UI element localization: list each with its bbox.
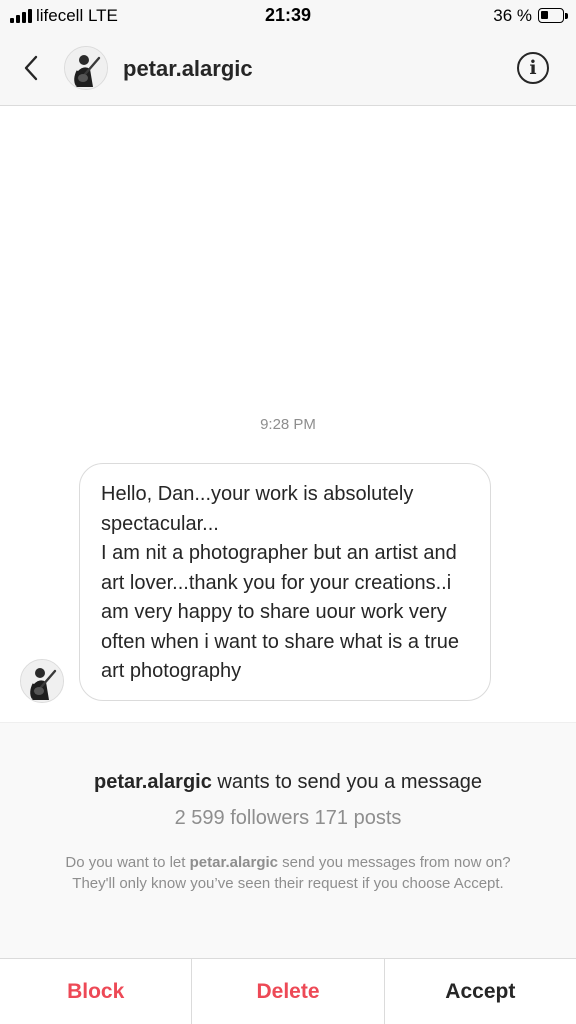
guitarist-avatar-icon: [65, 47, 107, 89]
info-icon: i: [529, 57, 537, 79]
sender-avatar[interactable]: [20, 659, 64, 703]
status-bar: lifecell LTE 21:39 36 %: [0, 0, 576, 32]
request-title: petar.alargic wants to send you a messag…: [0, 771, 576, 794]
chevron-left-icon: [24, 55, 38, 81]
delete-button[interactable]: Delete: [191, 959, 383, 1024]
request-username[interactable]: petar.alargic: [94, 771, 212, 793]
back-button[interactable]: [18, 52, 46, 84]
header-username[interactable]: petar.alargic: [123, 56, 253, 82]
chat-header: petar.alargic i: [0, 32, 576, 106]
profile-avatar[interactable]: [64, 46, 108, 90]
battery-percentage: 36 %: [493, 6, 532, 25]
guitarist-avatar-icon: [21, 660, 63, 702]
block-button[interactable]: Block: [0, 959, 191, 1024]
message-text: Hello, Dan...your work is absolutely spe…: [101, 483, 459, 682]
battery-cap: [565, 13, 568, 19]
request-stats: 2 599 followers 171 posts: [174, 807, 402, 829]
info-button[interactable]: i: [517, 52, 549, 84]
request-note-username: petar.alargic: [189, 854, 278, 871]
message-timestamp: 9:28 PM: [260, 416, 316, 433]
request-title-text: wants to send you a message: [211, 771, 482, 793]
status-time: 21:39: [264, 5, 312, 25]
request-note-prefix: Do you want to let: [65, 854, 190, 871]
request-action-bar: Block Delete Accept: [0, 958, 576, 1024]
request-note: Do you want to let petar.alargic send yo…: [50, 853, 526, 894]
battery-level: [541, 11, 549, 19]
message-bubble[interactable]: Hello, Dan...your work is absolutely spe…: [79, 463, 491, 701]
message-request-panel: petar.alargic wants to send you a messag…: [0, 722, 576, 958]
battery-icon: [538, 8, 564, 23]
accept-button[interactable]: Accept: [383, 959, 576, 1024]
